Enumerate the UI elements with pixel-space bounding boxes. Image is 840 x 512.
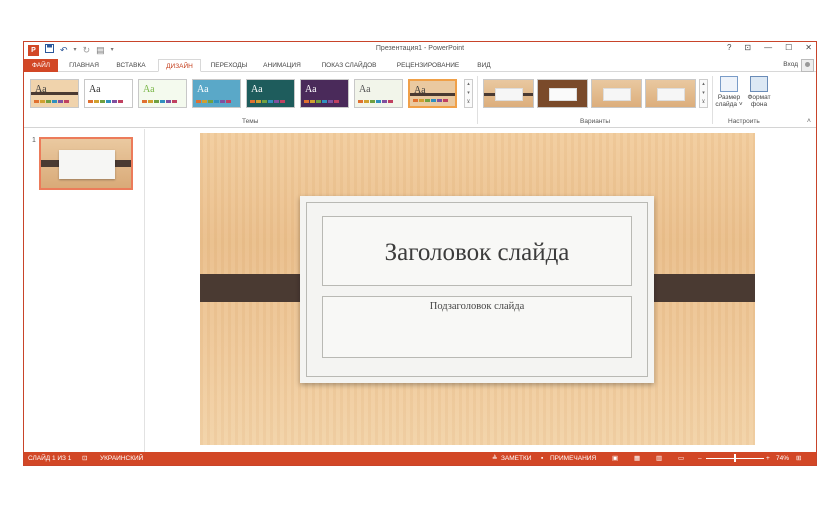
theme-color-swatches (142, 100, 177, 103)
ribbon-design: Аа Аа Аа Аа Аа Аа Аа Аа ▴ ▾ ⊻ Темы ▴ ▾ ⊻ Варианты Р… (24, 73, 816, 128)
theme-color-swatches (358, 100, 393, 103)
tab-design[interactable]: ДИЗАЙН (158, 59, 201, 72)
variant-4[interactable] (645, 79, 696, 108)
theme-color-swatches (304, 100, 339, 103)
variant-1[interactable] (483, 79, 534, 108)
tab-insert[interactable]: ВСТАВКА (110, 59, 152, 72)
theme-preview-text: Аа (359, 84, 371, 95)
powerpoint-window: P ↶ ▾ ↻ ▤ ▾ Презентация1 - PowerPoint ? … (23, 41, 817, 466)
theme-3[interactable]: Аа (138, 79, 187, 108)
theme-preview-text: Аа (197, 84, 209, 95)
tab-slideshow[interactable]: ПОКАЗ СЛАЙДОВ (316, 59, 382, 72)
theme-color-swatches (88, 100, 123, 103)
slide-sorter-icon[interactable]: ▦ (634, 452, 640, 465)
comments-icon[interactable]: ▪ (541, 452, 543, 465)
maximize-icon[interactable]: ☐ (785, 43, 792, 52)
theme-7[interactable]: Аа (354, 79, 403, 108)
subtitle-placeholder[interactable]: Подзаголовок слайда (322, 296, 632, 358)
help-icon[interactable]: ? (727, 43, 731, 52)
theme-2[interactable]: Аа (84, 79, 133, 108)
theme-preview-text: Аа (251, 84, 263, 95)
reading-view-icon[interactable]: ▥ (656, 452, 662, 465)
slide-editor: Заголовок слайда Подзаголовок слайда (146, 129, 816, 453)
format-background-button[interactable]: Формат фона (744, 76, 774, 108)
title-bar: P ↶ ▾ ↻ ▤ ▾ Презентация1 - PowerPoint ? … (24, 42, 816, 58)
variants-gallery-scroll[interactable]: ▴ ▾ ⊻ (699, 79, 708, 108)
sign-in-link[interactable]: Вход (783, 61, 798, 68)
customize-group-label: Настроить (728, 118, 760, 125)
zoom-slider-knob[interactable] (734, 454, 736, 462)
title-card: Заголовок слайда Подзаголовок слайда (300, 196, 654, 383)
slide-thumbnails-pane: 1 (24, 129, 145, 453)
ribbon-tabs: ФАЙЛ ГЛАВНАЯ ВСТАВКА ДИЗАЙН ПЕРЕХОДЫ АНИ… (24, 59, 816, 72)
zoom-level[interactable]: 74% (776, 452, 789, 465)
variants-group-label: Варианты (580, 118, 611, 125)
format-background-icon (750, 76, 768, 92)
slideshow-view-icon[interactable]: ▭ (678, 452, 684, 465)
language-indicator[interactable]: УКРАИНСКИЙ (100, 452, 143, 465)
slide-number: 1 (32, 137, 36, 144)
slide-canvas[interactable]: Заголовок слайда Подзаголовок слайда (200, 133, 755, 445)
theme-band (410, 93, 455, 96)
fit-slide-icon[interactable]: ⊞ (796, 452, 801, 465)
notes-icon[interactable]: ≜ (492, 452, 497, 465)
window-title: Презентация1 - PowerPoint (375, 45, 465, 52)
slide-size-icon (720, 76, 738, 92)
tab-view[interactable]: ВИД (472, 59, 496, 72)
avatar[interactable] (801, 59, 814, 72)
tab-file[interactable]: ФАЙЛ (24, 59, 58, 72)
theme-preview-text: Аа (143, 84, 155, 95)
theme-preview-text: Аа (305, 84, 317, 95)
spellcheck-icon[interactable]: ⊡ (82, 452, 87, 465)
comments-button[interactable]: ПРИМЕЧАНИЯ (550, 452, 596, 465)
tab-transitions[interactable]: ПЕРЕХОДЫ (206, 59, 252, 72)
collapse-ribbon-icon[interactable]: ˄ (807, 118, 811, 125)
theme-4[interactable]: Аа (192, 79, 241, 108)
tab-review[interactable]: РЕЦЕНЗИРОВАНИЕ (392, 59, 464, 72)
slide-size-button[interactable]: Размер слайда ˅ (714, 76, 744, 108)
theme-8[interactable]: Аа (408, 79, 457, 108)
window-controls: ? ⊡ — ☐ ✕ (727, 43, 812, 52)
tab-animation[interactable]: АНИМАЦИЯ (258, 59, 306, 72)
theme-color-swatches (34, 100, 69, 103)
close-icon[interactable]: ✕ (805, 43, 812, 52)
theme-color-swatches (413, 99, 448, 102)
minimize-icon[interactable]: — (764, 43, 772, 52)
title-placeholder[interactable]: Заголовок слайда (322, 216, 632, 286)
theme-color-swatches (196, 100, 231, 103)
variant-2[interactable] (537, 79, 588, 108)
tab-home[interactable]: ГЛАВНАЯ (62, 59, 106, 72)
zoom-out-button[interactable]: – (698, 452, 702, 465)
zoom-in-button[interactable]: + (766, 452, 770, 465)
slide-thumbnail[interactable] (39, 137, 133, 190)
variant-3[interactable] (591, 79, 642, 108)
slide-counter[interactable]: СЛАЙД 1 ИЗ 1 (28, 452, 71, 465)
normal-view-icon[interactable]: ▣ (612, 452, 618, 465)
group-separator (477, 76, 478, 124)
theme-1[interactable]: Аа (30, 79, 79, 108)
themes-group-label: Темы (242, 118, 259, 125)
theme-5[interactable]: Аа (246, 79, 295, 108)
themes-gallery-scroll[interactable]: ▴ ▾ ⊻ (464, 79, 473, 108)
status-bar: СЛАЙД 1 ИЗ 1 ⊡ УКРАИНСКИЙ ≜ ЗАМЕТКИ ▪ ПР… (24, 452, 816, 465)
group-separator (712, 76, 713, 124)
right-band (642, 274, 755, 302)
theme-band (31, 92, 78, 95)
notes-button[interactable]: ЗАМЕТКИ (501, 452, 531, 465)
left-band (200, 274, 312, 302)
theme-preview-text: Аа (89, 84, 101, 95)
slide-subtitle[interactable]: Подзаголовок слайда (323, 301, 631, 312)
ribbon-display-icon[interactable]: ⊡ (744, 43, 751, 52)
theme-color-swatches (250, 100, 285, 103)
theme-6[interactable]: Аа (300, 79, 349, 108)
slide-title[interactable]: Заголовок слайда (323, 239, 631, 267)
